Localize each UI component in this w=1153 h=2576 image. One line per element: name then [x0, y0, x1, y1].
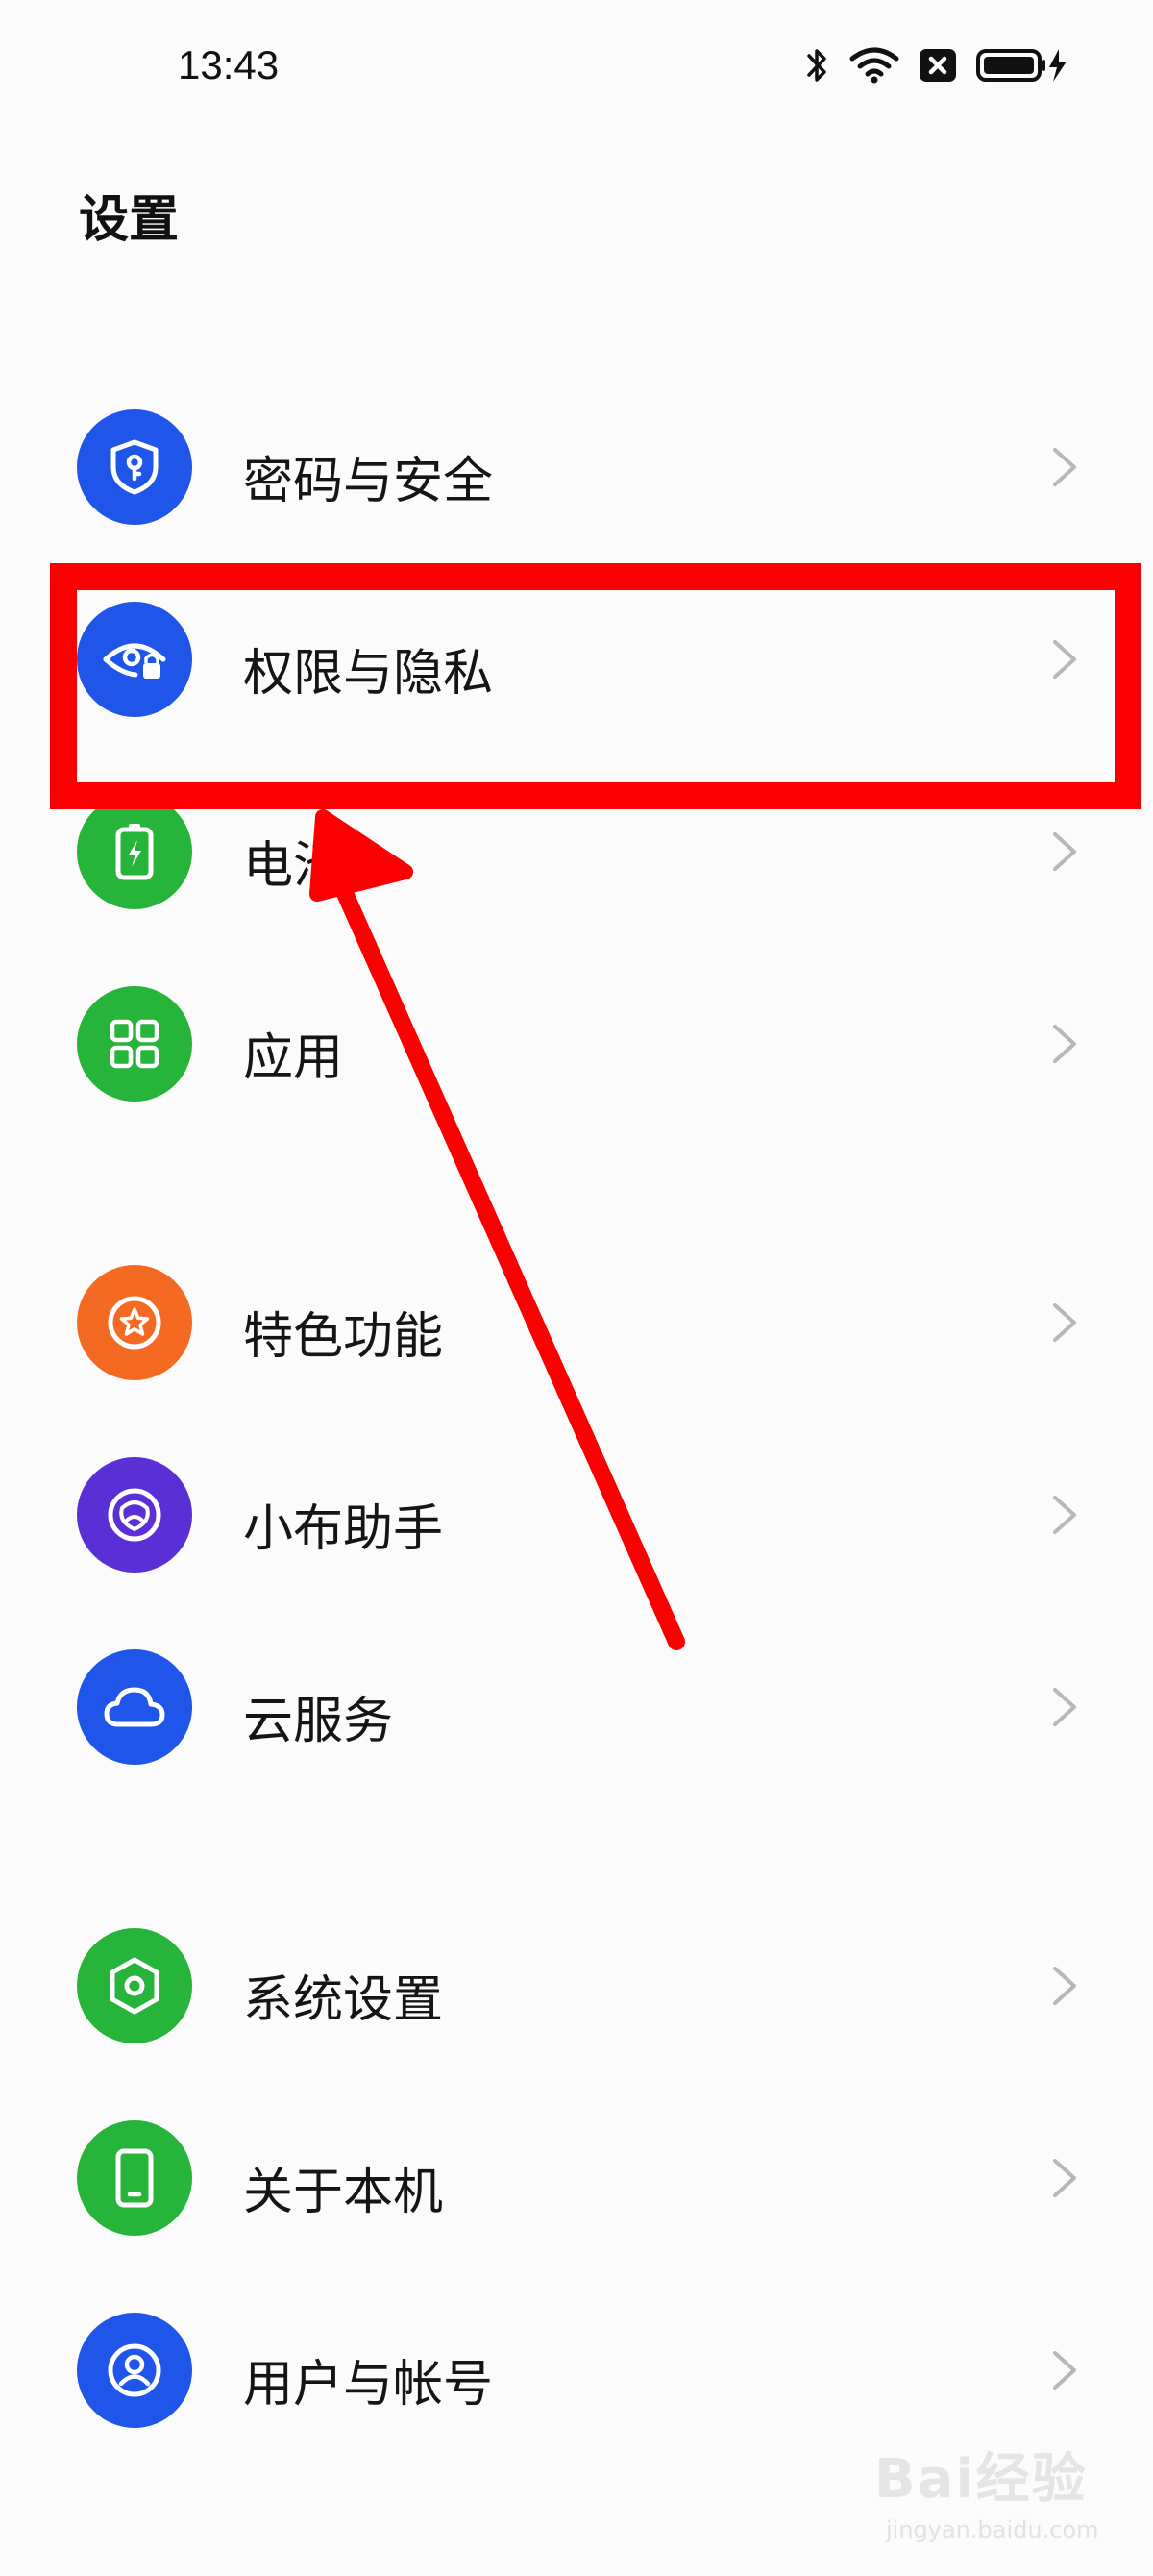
eye-lock-icon — [77, 602, 192, 717]
settings-screen: 13:43 设置 密码与安全 权限与隐私 电池 应用 特色功能 小布助手 云服务… — [0, 0, 1153, 2576]
settings-item-label: 用户与帐号 — [243, 2356, 494, 2414]
settings-item-breeno-assistant[interactable]: 小布助手 — [0, 1419, 1153, 1611]
settings-item-battery[interactable]: 电池 — [0, 755, 1153, 948]
settings-item-label: 小布助手 — [243, 1500, 444, 1558]
settings-list: 密码与安全 权限与隐私 电池 应用 特色功能 小布助手 云服务 系统设置 关于本… — [0, 0, 1153, 2576]
settings-item-cloud-service[interactable]: 云服务 — [0, 1611, 1153, 1803]
chevron-right-icon — [1053, 2159, 1076, 2197]
settings-item-label: 权限与隐私 — [243, 645, 494, 703]
chevron-right-icon — [1053, 2351, 1076, 2390]
settings-item-password-security[interactable]: 密码与安全 — [0, 371, 1153, 563]
chevron-right-icon — [1053, 1688, 1076, 1726]
settings-item-label: 特色功能 — [243, 1308, 444, 1366]
assistant-icon — [77, 1457, 192, 1573]
watermark-url: jingyan.baidu.com — [886, 2516, 1099, 2543]
settings-item-label: 系统设置 — [243, 1971, 444, 2029]
chevron-right-icon — [1053, 448, 1076, 486]
chevron-right-icon — [1053, 1025, 1076, 1063]
chevron-right-icon — [1053, 640, 1076, 679]
apps-grid-icon — [77, 986, 192, 1102]
shield-key-icon — [77, 409, 192, 525]
chevron-right-icon — [1053, 1496, 1076, 1534]
user-circle-icon — [77, 2313, 192, 2428]
settings-item-permissions-privacy[interactable]: 权限与隐私 — [0, 563, 1153, 755]
settings-item-system-settings[interactable]: 系统设置 — [0, 1890, 1153, 2082]
phone-device-icon — [77, 2120, 192, 2236]
battery-icon — [77, 794, 192, 909]
hexagon-gear-icon — [77, 1928, 192, 2043]
settings-item-label: 应用 — [243, 1029, 344, 1087]
settings-item-about-phone[interactable]: 关于本机 — [0, 2082, 1153, 2274]
watermark-logo: Bai经验 jingyan.baidu.com — [865, 2422, 1134, 2557]
settings-item-apps[interactable]: 应用 — [0, 948, 1153, 1140]
settings-item-label: 密码与安全 — [243, 453, 494, 510]
settings-item-label: 云服务 — [243, 1693, 394, 1750]
settings-item-label: 关于本机 — [243, 2164, 444, 2221]
watermark-brand: Bai经验 — [874, 2448, 1088, 2511]
cloud-icon — [77, 1649, 192, 1765]
settings-item-label: 电池 — [243, 837, 344, 895]
chevron-right-icon — [1053, 1967, 1076, 2005]
chevron-right-icon — [1053, 832, 1076, 871]
star-circle-icon — [77, 1265, 192, 1380]
chevron-right-icon — [1053, 1303, 1076, 1342]
settings-item-featured[interactable]: 特色功能 — [0, 1226, 1153, 1419]
